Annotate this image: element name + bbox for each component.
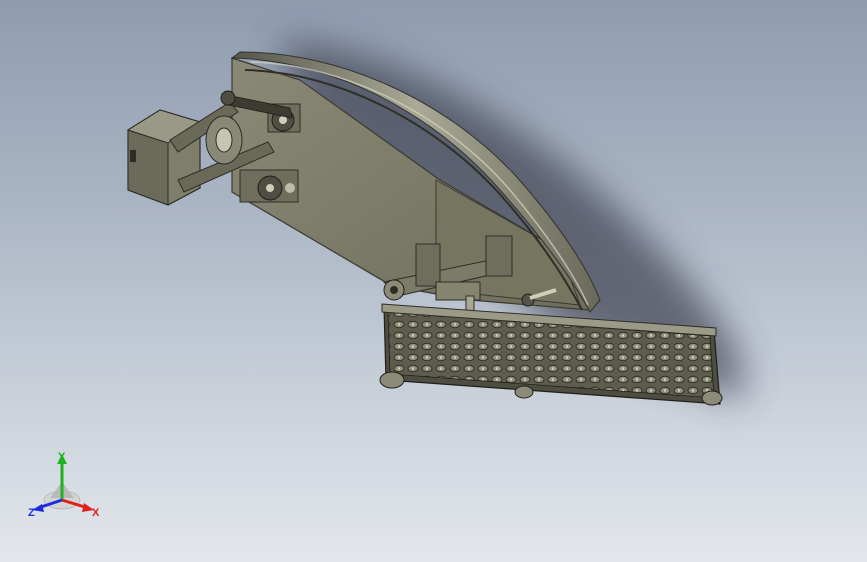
drive-pulley-lower[interactable] bbox=[239, 169, 299, 203]
z-axis-label: Z bbox=[28, 507, 35, 519]
sprocket-right bbox=[701, 390, 723, 406]
coupling-inner bbox=[215, 127, 233, 153]
y-axis-label: Y bbox=[58, 451, 66, 463]
x-axis-label: X bbox=[92, 507, 100, 519]
roller-foot bbox=[514, 385, 534, 399]
axis-triad: Y X Z bbox=[28, 451, 100, 519]
sprocket-left bbox=[379, 371, 405, 389]
idler-pulley bbox=[220, 90, 236, 106]
motor-housing[interactable] bbox=[126, 109, 202, 206]
cad-viewport[interactable] bbox=[0, 0, 867, 562]
